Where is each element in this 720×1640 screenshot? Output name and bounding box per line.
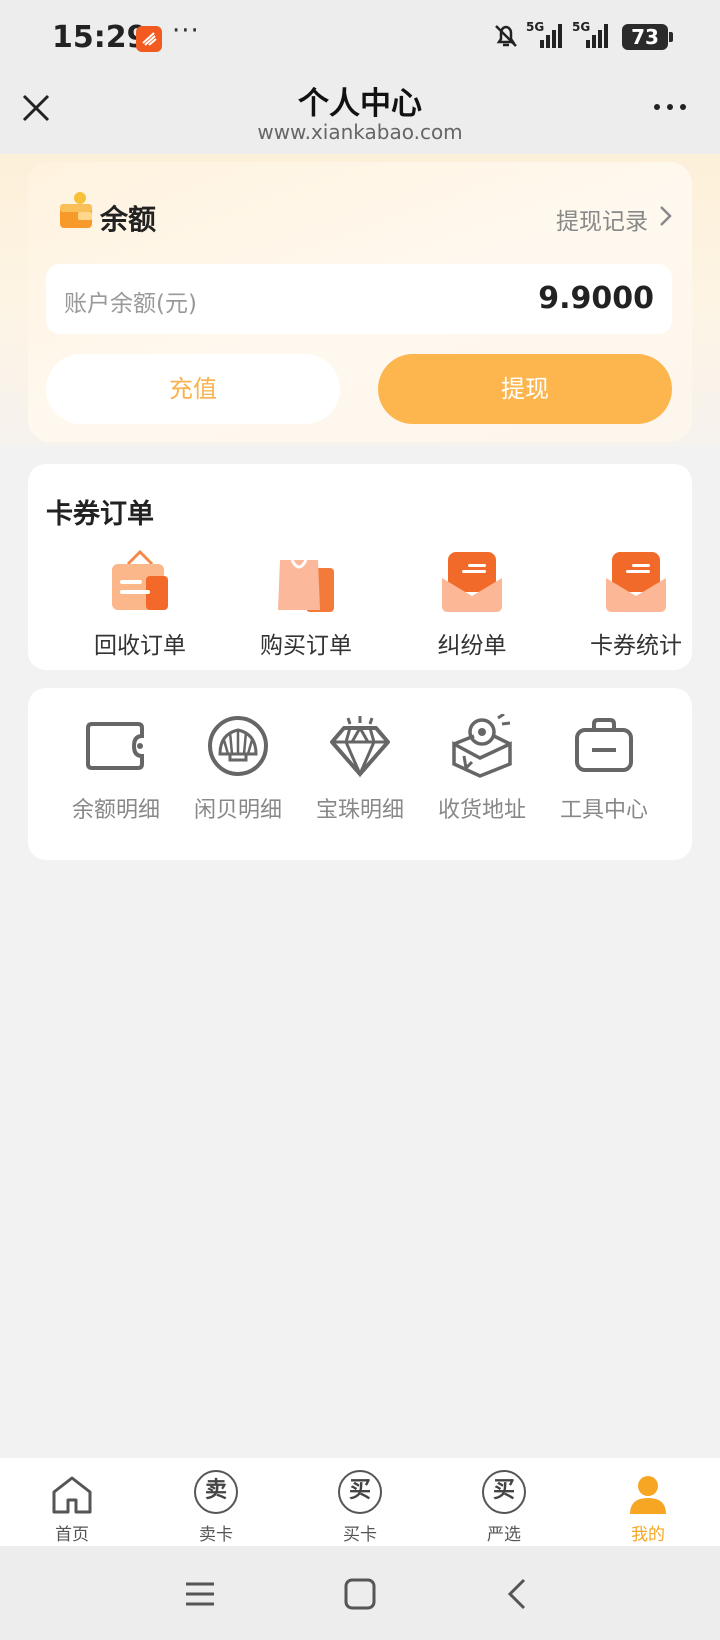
card-orders-section: 卡券订单 回收订单 购买订单 纠纷单 卡券统计 <box>28 464 692 670</box>
tool-item-address[interactable]: 收货地址 <box>424 714 540 824</box>
home-square-icon[interactable] <box>342 1576 378 1612</box>
back-icon[interactable] <box>500 1576 536 1612</box>
tool-item-balance-detail[interactable]: 余额明细 <box>58 714 174 824</box>
sell-icon: 卖 <box>194 1470 238 1514</box>
card-orders-title: 卡券订单 <box>46 499 154 530</box>
more-options-icon[interactable] <box>650 96 690 116</box>
tools-section: 余额明细 闲贝明细 宝珠明细 收货地址 工具中心 <box>28 688 692 860</box>
order-item-dispute[interactable]: 纠纷单 <box>402 550 542 660</box>
recycle-order-icon <box>112 550 168 610</box>
order-item-label: 纠纷单 <box>437 633 507 659</box>
order-item-label: 回收订单 <box>94 633 186 659</box>
tool-item-tool-center[interactable]: 工具中心 <box>546 714 662 824</box>
bell-off-icon <box>495 25 517 47</box>
page-header: 个人中心 www.xiankabao.com <box>0 70 720 154</box>
tool-item-label: 收货地址 <box>437 798 526 823</box>
order-item-recycle[interactable]: 回收订单 <box>70 550 210 660</box>
tab-label: 我的 <box>631 1525 665 1545</box>
order-item-label: 卡券统计 <box>590 633 682 659</box>
menu-icon[interactable] <box>182 1576 218 1612</box>
page-title: 个人中心 <box>298 86 422 122</box>
select-buy-icon: 买 <box>482 1470 526 1514</box>
chevron-right-icon[interactable] <box>658 204 674 228</box>
tool-item-gem-detail[interactable]: 宝珠明细 <box>302 714 418 824</box>
diamond-icon <box>330 716 390 778</box>
system-navigation-bar <box>0 1546 720 1640</box>
shopping-bag-icon <box>278 559 334 612</box>
account-balance-label: 账户余额(元) <box>64 291 197 317</box>
user-icon <box>630 1476 666 1514</box>
page-url: www.xiankabao.com <box>257 120 463 144</box>
tab-home[interactable]: 首页 <box>0 1458 144 1546</box>
tab-label: 严选 <box>487 1525 521 1545</box>
tab-selected[interactable]: 买 严选 <box>432 1458 576 1546</box>
signal-2-icon: 5G <box>572 20 614 50</box>
buy-icon: 买 <box>338 1470 382 1514</box>
account-balance-box: 账户余额(元) 9.9000 <box>46 264 672 334</box>
home-icon <box>52 1476 92 1514</box>
recharge-button[interactable]: 充值 <box>46 354 340 424</box>
balance-section: 余额 提现记录 账户余额(元) 9.9000 充值 提现 <box>0 154 720 446</box>
account-balance-value: 9.9000 <box>538 281 654 316</box>
wallet-coin-icon <box>60 192 92 228</box>
order-item-purchase[interactable]: 购买订单 <box>236 550 376 660</box>
wallet-icon <box>86 722 144 770</box>
status-more-dots: ··· <box>172 16 200 46</box>
balance-card: 余额 提现记录 账户余额(元) 9.9000 充值 提现 <box>28 162 692 442</box>
tool-item-shell-detail[interactable]: 闲贝明细 <box>180 714 296 824</box>
order-item-label: 购买订单 <box>260 633 352 659</box>
location-box-icon <box>452 714 512 778</box>
stats-envelope-icon <box>606 552 666 612</box>
tab-label: 买卡 <box>343 1525 377 1545</box>
dispute-envelope-icon <box>442 552 502 612</box>
order-item-stats[interactable]: 卡券统计 <box>566 550 706 660</box>
balance-title: 余额 <box>100 203 157 236</box>
shell-icon <box>208 716 268 776</box>
bottom-tab-bar: 首页 卖 卖卡 买 买卡 买 严选 我的 <box>0 1458 720 1546</box>
tab-mine[interactable]: 我的 <box>576 1458 720 1546</box>
tool-item-label: 闲贝明细 <box>193 798 282 823</box>
tab-label: 卖卡 <box>199 1525 233 1545</box>
toolbox-icon <box>575 718 633 772</box>
tab-buy-card[interactable]: 买 买卡 <box>288 1458 432 1546</box>
status-time: 15:29 <box>52 20 148 55</box>
signal-1-icon: 5G <box>526 20 568 50</box>
tool-item-label: 余额明细 <box>71 798 160 823</box>
tool-item-label: 宝珠明细 <box>315 798 404 823</box>
app-notification-icon <box>136 26 162 52</box>
tab-sell-card[interactable]: 卖 卖卡 <box>144 1458 288 1546</box>
status-bar: 15:29 ··· 5G 5G 73 <box>0 0 720 70</box>
withdraw-record-link[interactable]: 提现记录 <box>556 202 648 236</box>
tool-item-label: 工具中心 <box>559 798 648 823</box>
withdraw-button[interactable]: 提现 <box>378 354 672 424</box>
battery-indicator: 73 <box>622 24 673 50</box>
tab-label: 首页 <box>55 1525 89 1545</box>
